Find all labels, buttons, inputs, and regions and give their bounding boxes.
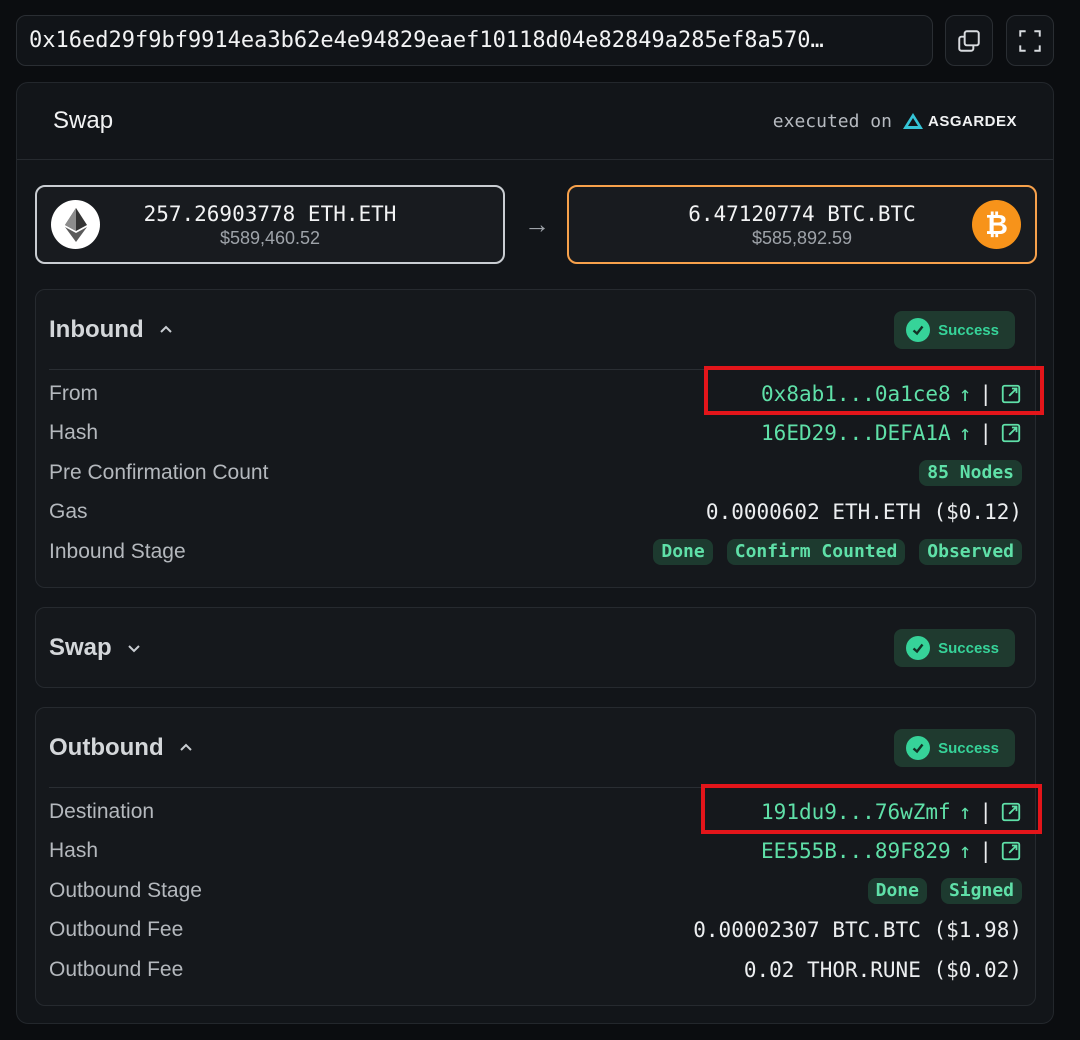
- arrow-up-icon: ↑: [958, 799, 972, 824]
- check-icon: [906, 636, 931, 660]
- asgardex-logo-icon: [902, 113, 923, 129]
- outbound-fee-label: Outbound Fee: [49, 918, 184, 942]
- gas-label: Gas: [49, 500, 88, 524]
- hash-label: Hash: [49, 421, 99, 445]
- inbound-toggle[interactable]: Inbound: [49, 316, 174, 344]
- expand-icon: [1019, 29, 1041, 52]
- to-asset-amount: 6.47120774 BTC.BTC: [688, 201, 916, 226]
- copy-icon: [958, 29, 980, 52]
- outbound-status-badge: Success: [894, 729, 1015, 767]
- from-label: From: [49, 381, 98, 405]
- card-header: Swap executed on ASGARDEX: [17, 83, 1053, 160]
- stage-badge-done: Done: [867, 877, 927, 904]
- executed-on-label: executed on: [772, 110, 892, 132]
- arrow-up-icon: ↑: [958, 839, 972, 864]
- fullscreen-button[interactable]: [1006, 15, 1054, 66]
- outbound-fee-btc: 0.00002307 BTC.BTC ($1.98): [693, 918, 1022, 943]
- executed-on: executed on ASGARDEX: [773, 111, 1017, 132]
- ethereum-icon: [51, 200, 100, 249]
- bitcoin-icon: ₿: [972, 200, 1021, 249]
- swap-status-badge: Success: [894, 629, 1015, 667]
- gas-value: 0.0000602 ETH.ETH ($0.12): [705, 500, 1022, 525]
- swap-toggle[interactable]: Swap: [49, 634, 142, 662]
- external-link-icon[interactable]: [1000, 801, 1022, 823]
- from-asset-usd: $589,460.52: [219, 227, 321, 248]
- swap-title: Swap: [49, 634, 112, 661]
- stage-badge-confirm-counted: Confirm Counted: [726, 538, 906, 565]
- outbound-hash-row: Hash EE555B...89F829 ↑ |: [49, 832, 1022, 872]
- tx-hash-field[interactable]: 0x16ed29f9bf9914ea3b62e4e94829eaef10118d…: [16, 15, 933, 66]
- chevron-down-icon: [127, 645, 140, 653]
- gas-row: Gas 0.0000602 ETH.ETH ($0.12): [49, 493, 1022, 533]
- from-asset-box: 257.26903778 ETH.ETH $589,460.52: [35, 185, 505, 264]
- inbound-stage-row: Inbound Stage Done Confirm Counted Obser…: [49, 532, 1022, 572]
- from-address-link[interactable]: 0x8ab1...0a1ce8 ↑ |: [761, 382, 1022, 406]
- stage-badge-observed: Observed: [919, 538, 1022, 565]
- chevron-up-icon: [179, 743, 192, 751]
- outbound-toggle[interactable]: Outbound: [49, 734, 194, 762]
- inbound-stage-label: Inbound Stage: [49, 539, 186, 563]
- from-asset-amount: 257.26903778 ETH.ETH: [143, 201, 397, 226]
- outbound-fee-rune: 0.02 THOR.RUNE ($0.02): [743, 957, 1022, 982]
- destination-label: Destination: [49, 799, 155, 823]
- outbound-stage-label: Outbound Stage: [49, 878, 202, 902]
- arrow-up-icon: ↑: [958, 381, 972, 406]
- card-title: Swap: [53, 107, 114, 134]
- inbound-hash-link[interactable]: 16ED29...DEFA1A ↑ |: [761, 421, 1022, 445]
- outbound-section: Outbound Success Destination 191du9...76…: [35, 707, 1036, 1006]
- outbound-fee-row: Outbound Fee 0.02 THOR.RUNE ($0.02): [49, 950, 1022, 990]
- preconf-label: Pre Confirmation Count: [49, 460, 269, 484]
- check-icon: [906, 736, 931, 760]
- external-link-icon[interactable]: [1000, 840, 1022, 862]
- outbound-hash-link[interactable]: EE555B...89F829 ↑ |: [761, 839, 1022, 863]
- copy-button[interactable]: [945, 15, 993, 66]
- chevron-up-icon: [159, 325, 172, 333]
- inbound-section: Inbound Success From 0x8ab1...0a1ce8 ↑ | H…: [35, 289, 1036, 588]
- outbound-fee-row: Outbound Fee 0.00002307 BTC.BTC ($1.98): [49, 911, 1022, 951]
- external-link-icon[interactable]: [1000, 383, 1022, 405]
- asgardex-brand-text: ASGARDEX: [927, 112, 1017, 130]
- stage-badge-signed: Signed: [940, 877, 1022, 904]
- check-icon: [906, 318, 931, 342]
- arrow-up-icon: ↑: [958, 421, 972, 446]
- inbound-hash-row: Hash 16ED29...DEFA1A ↑ |: [49, 414, 1022, 454]
- inbound-status-badge: Success: [894, 311, 1015, 349]
- destination-row: Destination 191du9...76wZmf ↑ |: [49, 792, 1022, 832]
- external-link-icon[interactable]: [1000, 422, 1022, 444]
- swap-section: Swap Success: [35, 607, 1036, 688]
- preconf-nodes-badge: 85 Nodes: [919, 459, 1022, 486]
- swap-arrow-icon: →: [524, 209, 550, 239]
- swap-card: Swap executed on ASGARDEX 257.26903778 E…: [16, 82, 1054, 1024]
- outbound-fee-label: Outbound Fee: [49, 957, 184, 981]
- outbound-title: Outbound: [49, 734, 164, 761]
- destination-address-link[interactable]: 191du9...76wZmf ↑ |: [761, 800, 1022, 824]
- stage-badge-done: Done: [653, 538, 713, 565]
- asgardex-logo[interactable]: ASGARDEX: [902, 112, 1017, 130]
- hash-label: Hash: [49, 839, 99, 863]
- inbound-title: Inbound: [49, 316, 144, 343]
- inbound-from-row: From 0x8ab1...0a1ce8 ↑ |: [49, 374, 1022, 414]
- to-asset-box: 6.47120774 BTC.BTC $585,892.59 ₿: [567, 185, 1037, 264]
- to-asset-usd: $585,892.59: [751, 227, 853, 248]
- preconf-row: Pre Confirmation Count 85 Nodes: [49, 453, 1022, 493]
- outbound-stage-row: Outbound Stage Done Signed: [49, 871, 1022, 911]
